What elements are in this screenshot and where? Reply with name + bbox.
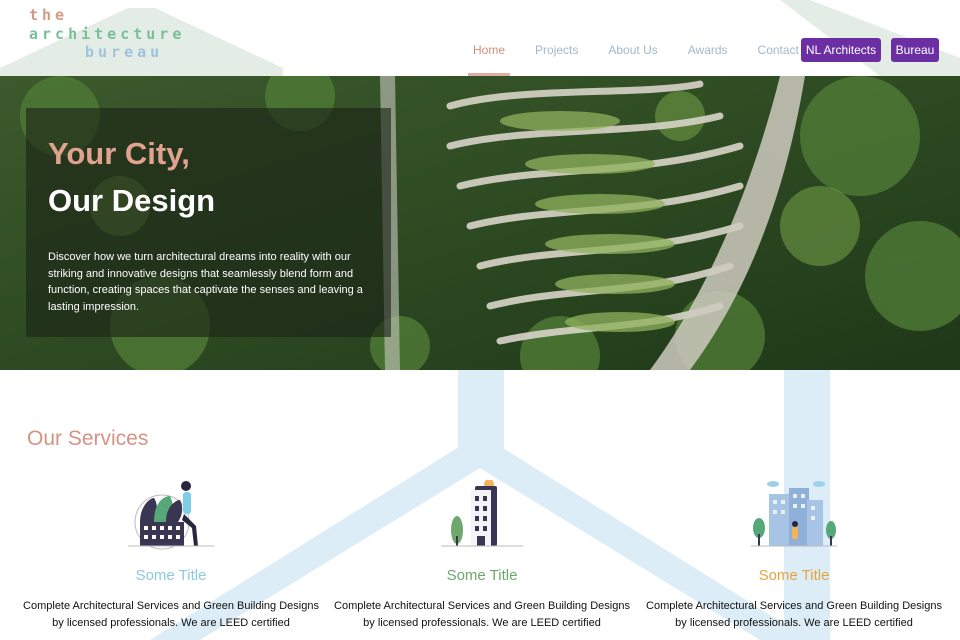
logo-line-architecture: architecture — [29, 24, 186, 43]
tower-building-illustration — [441, 480, 523, 547]
services-heading: Our Services — [27, 427, 149, 450]
nav-link-projects[interactable]: Projects — [532, 38, 581, 76]
service-card-3-text: Complete Architectural Services and Gree… — [646, 600, 942, 629]
hero-section: Your City, Our Design Discover how we tu… — [0, 76, 960, 370]
nav-link-awards[interactable]: Awards — [685, 38, 731, 76]
main-nav: Home Projects About Us Awards Contact Us — [467, 38, 844, 76]
nl-architects-button[interactable]: NL Architects — [801, 38, 881, 62]
logo-line-bureau: bureau — [85, 43, 164, 61]
service-card-1-text: Complete Architectural Services and Gree… — [23, 600, 319, 629]
service-card-1-title: Some Title — [135, 567, 207, 584]
site-header: the architecture bureau Home Projects Ab… — [0, 0, 960, 76]
service-card-2-title: Some Title — [446, 567, 518, 584]
bureau-button[interactable]: Bureau — [891, 38, 939, 62]
brand-logo[interactable]: the architecture bureau — [29, 6, 185, 62]
nav-link-home[interactable]: Home — [467, 38, 511, 76]
service-card-1: Some Title Complete Architectural Servic… — [21, 480, 321, 632]
service-card-3: Some Title Complete Architectural Servic… — [644, 480, 944, 632]
logo-line-the: the — [29, 6, 69, 24]
hero-overlay-box: Your City, Our Design Discover how we tu… — [26, 108, 391, 337]
service-card-2-text: Complete Architectural Services and Gree… — [334, 600, 630, 629]
service-card-3-title: Some Title — [758, 567, 830, 584]
hero-description: Discover how we turn architectural dream… — [48, 251, 363, 313]
city-block-illustration — [751, 481, 837, 547]
service-card-2: Some Title Complete Architectural Servic… — [332, 480, 632, 632]
services-section: Our Services Some Title Complete Archite… — [0, 370, 960, 640]
hero-title-line2: Our Design — [48, 183, 216, 218]
nav-link-about[interactable]: About Us — [605, 38, 660, 76]
hero-title-line1: Your City, — [48, 136, 190, 171]
building-dome-person-illustration — [128, 481, 214, 550]
